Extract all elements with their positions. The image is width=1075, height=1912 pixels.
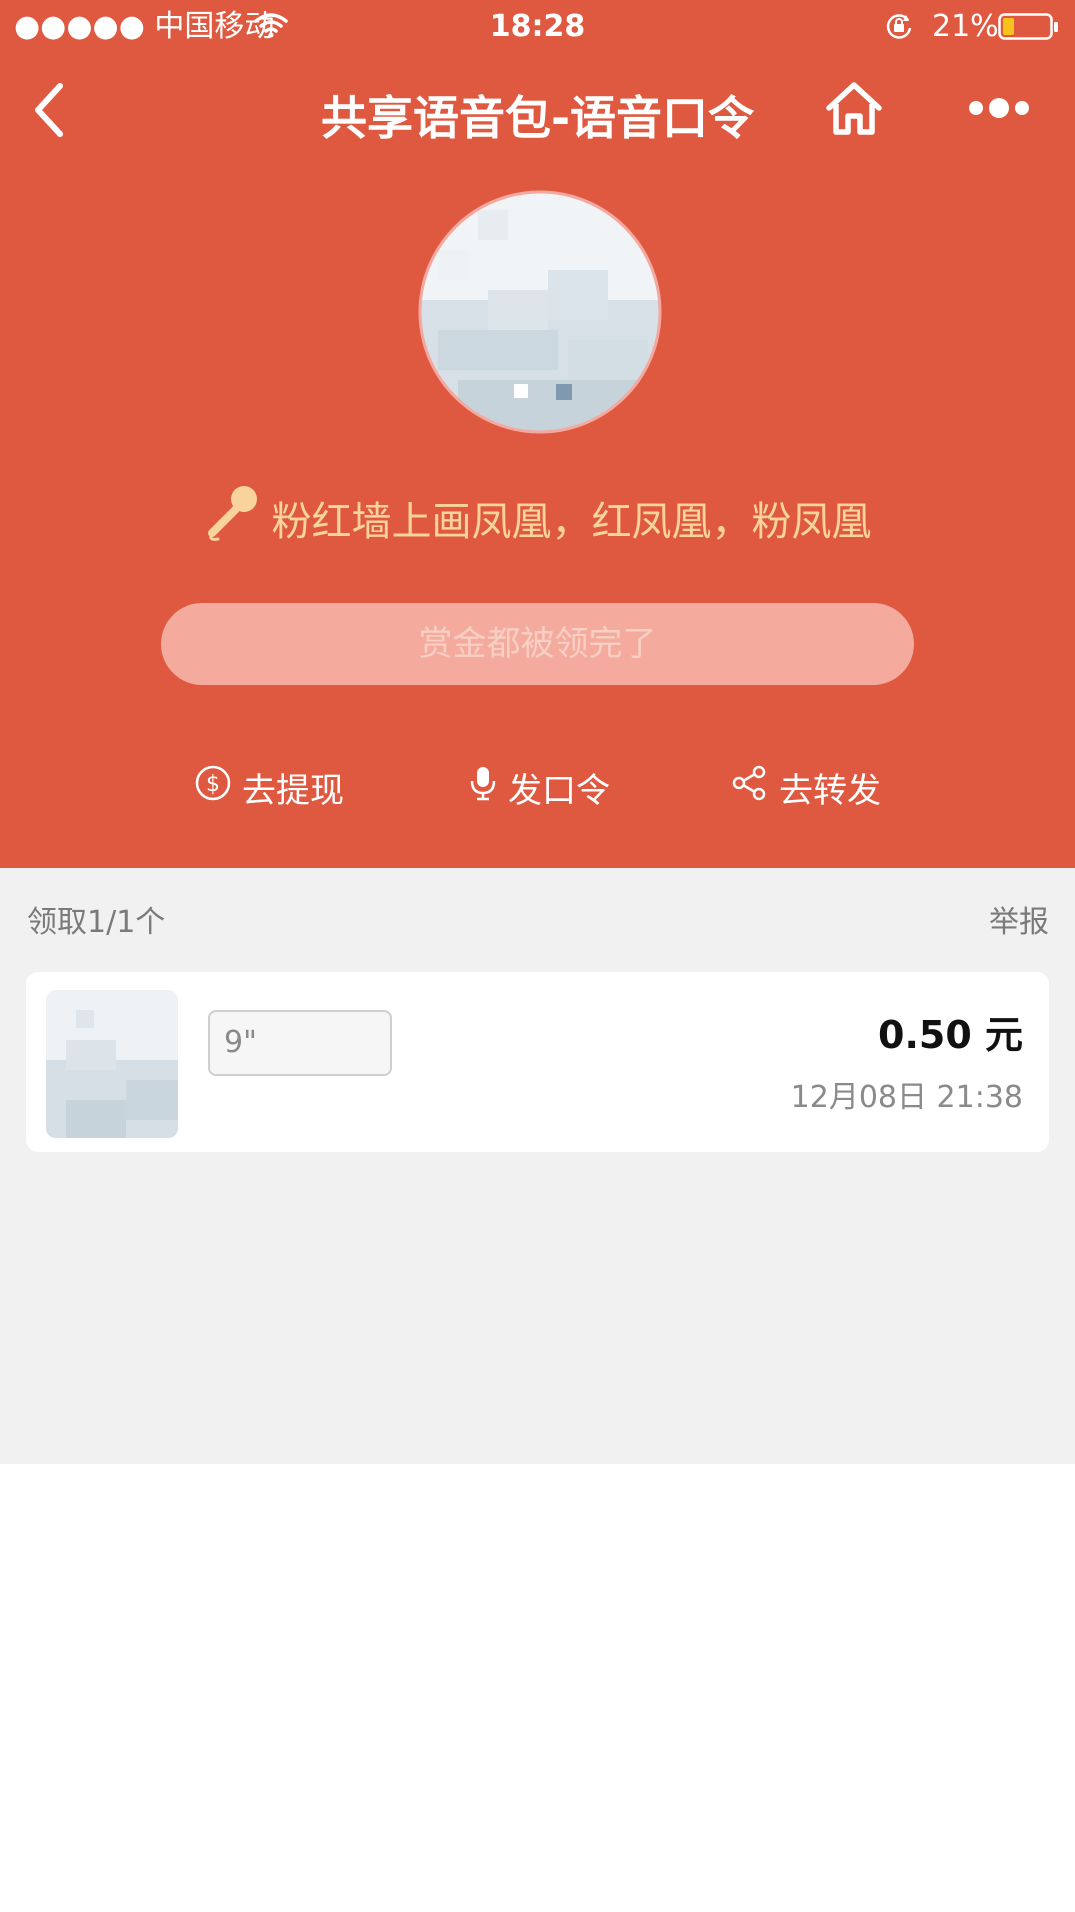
microphone-icon [204, 483, 262, 553]
send-command-action[interactable]: 发口令 [468, 757, 610, 817]
claim-amount: 0.50 元 [878, 1013, 1023, 1057]
claim-time: 12月08日 21:38 [790, 1080, 1023, 1115]
claimer-avatar [46, 990, 178, 1138]
voice-message[interactable]: 9" [208, 1010, 392, 1076]
battery-icon [998, 13, 1060, 45]
svg-text:$: $ [206, 772, 220, 797]
voice-prompt-text: 粉红墙上画凤凰，红凤凰，粉凤凰 [271, 499, 872, 545]
voice-prompt: 粉红墙上画凤凰，红凤凰，粉凤凰 [0, 486, 1075, 548]
withdraw-action[interactable]: $ 去提现 [194, 757, 344, 817]
mic-icon [468, 764, 508, 811]
claims-section [0, 868, 1075, 1464]
home-icon[interactable] [824, 80, 884, 142]
battery-percent: 21% [932, 9, 999, 44]
dollar-icon: $ [194, 764, 242, 811]
avatar [418, 190, 662, 438]
share-icon [731, 764, 779, 811]
claim-count: 领取1/1个 [27, 905, 166, 940]
claim-card: 9" 0.50 元 12月08日 21:38 [26, 972, 1049, 1152]
rewards-claimed-button: 赏金都被领完了 [161, 603, 914, 685]
share-label: 去转发 [779, 770, 881, 811]
send-command-label: 发口令 [508, 770, 610, 811]
withdraw-label: 去提现 [242, 770, 344, 811]
more-dots-icon[interactable] [966, 95, 1032, 125]
report-link[interactable]: 举报 [989, 897, 1049, 941]
page-title: 共享语音包-语音口令 [320, 91, 755, 145]
share-action[interactable]: 去转发 [731, 757, 881, 817]
rotation-lock-icon [884, 11, 914, 45]
